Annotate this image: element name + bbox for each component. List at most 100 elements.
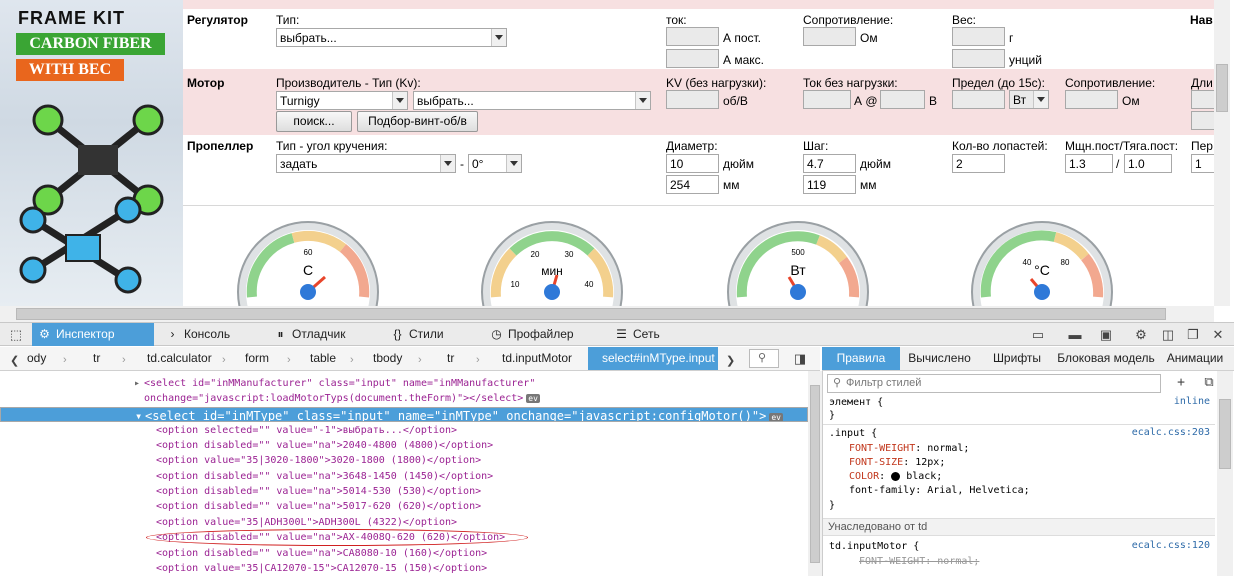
tab-network[interactable]: ☰ Сеть xyxy=(609,323,689,346)
motor-search-button[interactable]: поиск... xyxy=(276,111,352,132)
rule-property[interactable]: FONT-SIZE: 12px; xyxy=(849,456,945,470)
markup-line[interactable]: <option disabled="" value="na">5017-620 … xyxy=(0,499,808,514)
search-input[interactable]: ⚲ xyxy=(749,349,779,368)
event-badge[interactable]: ev xyxy=(769,413,783,421)
propeller-diameter-in-input[interactable]: 10 xyxy=(666,154,719,173)
propeller-type-select[interactable]: задать xyxy=(276,154,456,173)
breadcrumb-item[interactable]: tr xyxy=(447,347,454,370)
markup-line[interactable]: <option value="35|ADH300L">ADH300L (4322… xyxy=(0,515,808,530)
markup-line[interactable]: <option value="35|CA12070-15">CA12070-15… xyxy=(0,561,808,576)
breadcrumb-item[interactable]: ody xyxy=(27,347,46,370)
toggle-sidebar-icon[interactable]: ◨ xyxy=(792,351,808,366)
close-icon[interactable]: ✕ xyxy=(1210,327,1226,342)
markup-line[interactable]: ▸ <select id="inMManufacturer" class="inp… xyxy=(0,376,808,391)
markup-line-selected[interactable]: ▾ <select id="inMType" class="input" name… xyxy=(0,407,808,422)
motor-kv-input[interactable] xyxy=(666,90,719,109)
markup-scroll-thumb[interactable] xyxy=(810,385,820,563)
markup-line[interactable]: <option value="35|3020-1800">3020-1800 (… xyxy=(0,453,808,468)
motor-noload-current-input[interactable] xyxy=(803,90,851,109)
tab-inspector[interactable]: ⚙ Инспектор xyxy=(32,323,154,346)
rule-input-selector[interactable]: .input { xyxy=(829,427,877,441)
rule-input-source[interactable]: ecalc.css:203 xyxy=(1132,427,1210,438)
tab-style-editor[interactable]: {} Стили xyxy=(385,323,470,346)
breadcrumb-item[interactable]: form xyxy=(245,347,269,370)
tab-fonts[interactable]: Шрифты xyxy=(982,347,1052,370)
rule-td-source[interactable]: ecalc.css:120 xyxy=(1132,540,1210,551)
ad-banner[interactable]: FRAME KIT CARBON FIBER WITH BEC xyxy=(0,0,183,306)
regulator-weight-g-input[interactable] xyxy=(952,27,1005,46)
propeller-blades-input[interactable]: 2 xyxy=(952,154,1005,173)
breadcrumb-item[interactable]: tbody xyxy=(373,347,402,370)
color-swatch[interactable] xyxy=(891,471,901,481)
markup-line[interactable]: <option disabled="" value="na">CA8080-10… xyxy=(0,546,808,561)
add-rule-icon[interactable]: + xyxy=(1173,375,1189,390)
propeller-pitch-mm-input[interactable]: 119 xyxy=(803,175,856,194)
tab-box-model[interactable]: Блоковая модель xyxy=(1056,347,1156,370)
regulator-resistance-input[interactable] xyxy=(803,27,856,46)
tab-computed[interactable]: Вычислено xyxy=(902,347,977,370)
regulator-weight-oz-input[interactable] xyxy=(952,49,1005,68)
rule-element-source[interactable]: inline xyxy=(1174,396,1210,407)
motor-noload-voltage-input[interactable] xyxy=(880,90,925,109)
rules-scroll-thumb[interactable] xyxy=(1219,399,1231,469)
screenshot-icon[interactable]: ▣ xyxy=(1098,327,1114,342)
motor-type-select[interactable]: выбрать... xyxy=(413,91,651,110)
rule-element-selector[interactable]: элемент { xyxy=(829,396,883,410)
breadcrumb-scroll-left-icon[interactable]: ❮ xyxy=(10,354,19,367)
breadcrumb-item[interactable]: table xyxy=(310,347,336,370)
markup-line[interactable]: <option disabled="" value="na">5014-530 … xyxy=(0,484,808,499)
regulator-current-max-input[interactable] xyxy=(666,49,719,68)
breadcrumb-item[interactable]: td.calculator xyxy=(147,347,212,370)
motor-resistance-input[interactable] xyxy=(1065,90,1118,109)
motor-extra-input-2[interactable] xyxy=(1191,111,1214,130)
tab-console[interactable]: › Консоль xyxy=(160,323,250,346)
rules-scrollbar[interactable] xyxy=(1217,371,1233,576)
chevron-right-icon: › xyxy=(418,354,422,366)
motor-match-button[interactable]: Подбор-винт-об/в xyxy=(357,111,478,132)
breadcrumb-item[interactable]: td.inputMotor xyxy=(502,347,572,370)
motor-limit-input[interactable] xyxy=(952,90,1005,109)
propeller-pitch-in-input[interactable]: 4.7 xyxy=(803,154,856,173)
rule-td-selector[interactable]: td.inputMotor { xyxy=(829,540,919,554)
propeller-extra-input[interactable]: 1 xyxy=(1191,154,1214,173)
breadcrumb-scroll-right-icon[interactable]: ❯ xyxy=(726,354,735,367)
settings-gear-icon[interactable]: ⚙ xyxy=(1133,327,1149,342)
dock-side-icon[interactable]: ◫ xyxy=(1160,327,1176,342)
motor-limit-unit-select[interactable]: Вт xyxy=(1009,90,1049,109)
tab-animations[interactable]: Анимации xyxy=(1159,347,1231,370)
undock-icon[interactable]: ❐ xyxy=(1185,327,1201,342)
markup-scrollbar[interactable] xyxy=(808,371,822,576)
page-vertical-scroll-thumb[interactable] xyxy=(1216,64,1228,112)
scratchpad-icon[interactable]: ▬ xyxy=(1067,327,1083,342)
page-vertical-scrollbar[interactable] xyxy=(1214,0,1230,306)
rule-property[interactable]: COLOR: black; xyxy=(849,470,942,484)
toggle-pseudo-class-icon[interactable]: ⧉ xyxy=(1201,375,1217,390)
responsive-design-icon[interactable]: ▭ xyxy=(1030,327,1046,342)
inspector-icon: ⚙ xyxy=(39,327,50,341)
markup-line[interactable]: <option selected="" value="-1">выбрать..… xyxy=(0,423,808,438)
regulator-type-select[interactable]: выбрать... xyxy=(276,28,507,47)
tab-debugger[interactable]: ⏸ Отладчик xyxy=(268,323,368,346)
propeller-diameter-mm-input[interactable]: 254 xyxy=(666,175,719,194)
event-badge[interactable]: ev xyxy=(526,394,540,403)
style-filter-input[interactable]: ⚲ Фильтр стилей xyxy=(827,374,1161,393)
tab-rules[interactable]: Правила xyxy=(822,347,900,370)
page-horizontal-scroll-thumb[interactable] xyxy=(16,308,1166,320)
propeller-thrust-input[interactable]: 1.0 xyxy=(1124,154,1172,173)
propeller-angle-select[interactable]: 0° xyxy=(468,154,522,173)
rule-td-property[interactable]: FONT-WEIGHT: normal; xyxy=(859,555,979,569)
regulator-current-const-input[interactable] xyxy=(666,27,719,46)
breadcrumb-item-selected[interactable]: select#inMType.input xyxy=(588,347,718,370)
motor-extra-input-1[interactable] xyxy=(1191,90,1214,109)
rule-property[interactable]: FONT-WEIGHT: normal; xyxy=(849,442,969,456)
tab-profiler[interactable]: ◷ Профайлер xyxy=(484,323,594,346)
propeller-power-input[interactable]: 1.3 xyxy=(1065,154,1113,173)
motor-manufacturer-select[interactable]: Turnigy xyxy=(276,91,408,110)
page-horizontal-scrollbar[interactable] xyxy=(0,306,1214,322)
rule-property-font-family[interactable]: font-family: Arial, Helvetica; xyxy=(849,484,1030,498)
breadcrumb-item[interactable]: tr xyxy=(93,347,100,370)
markup-line[interactable]: <option disabled="" value="na">2040-4800… xyxy=(0,438,808,453)
markup-line[interactable]: onchange="javascript:loadMotorTyps(docum… xyxy=(0,391,808,406)
markup-line[interactable]: <option disabled="" value="na">3648-1450… xyxy=(0,469,808,484)
pick-element-icon[interactable]: ⬚ xyxy=(8,327,24,342)
